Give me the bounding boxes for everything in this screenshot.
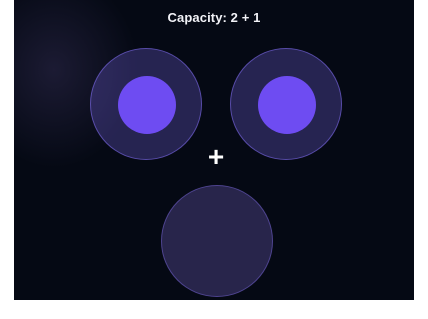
plus-icon: + [207, 141, 225, 172]
slot-bottom-empty[interactable] [161, 185, 273, 297]
capacity-panel: Capacity: 2 + 1 + [14, 0, 414, 319]
slot-right-filled-indicator [258, 76, 316, 134]
capacity-label: Capacity: 2 + 1 [167, 10, 261, 25]
slot-right[interactable] [230, 48, 342, 160]
slot-left-filled-indicator [118, 76, 176, 134]
slot-left[interactable] [90, 48, 202, 160]
right-gutter [414, 0, 428, 319]
bottom-gutter [0, 300, 428, 319]
